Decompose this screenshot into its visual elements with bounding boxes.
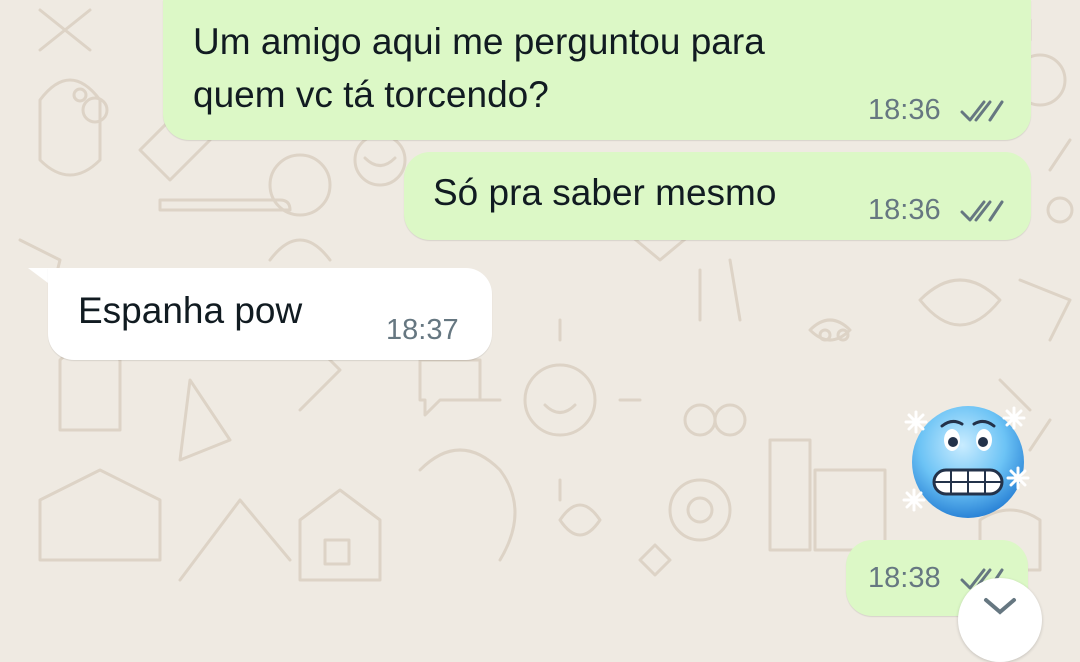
message-timestamp: 18:36 [868,94,941,126]
scroll-to-bottom-button[interactable] [958,578,1042,662]
cold-face-emoji[interactable] [902,398,1034,522]
message-timestamp: 18:37 [386,314,459,346]
double-check-icon [960,100,1004,122]
message-timestamp: 18:38 [868,562,941,594]
message-bubble-outgoing[interactable]: Só pra saber mesmo 18:36 [404,152,1031,240]
message-bubble-incoming[interactable]: Espanha pow 18:37 [48,268,492,360]
message-text: Espanha pow [78,290,303,331]
double-check-icon [960,200,1004,222]
message-bubble-outgoing[interactable]: Um amigo aqui me perguntou para quem vc … [163,0,1031,140]
message-text-line: quem vc tá torcendo? [193,74,549,115]
message-text: Só pra saber mesmo [433,172,777,213]
message-timestamp: 18:36 [868,194,941,226]
chevron-down-icon [984,598,1016,615]
message-text-line: Um amigo aqui me perguntou para [193,21,765,62]
